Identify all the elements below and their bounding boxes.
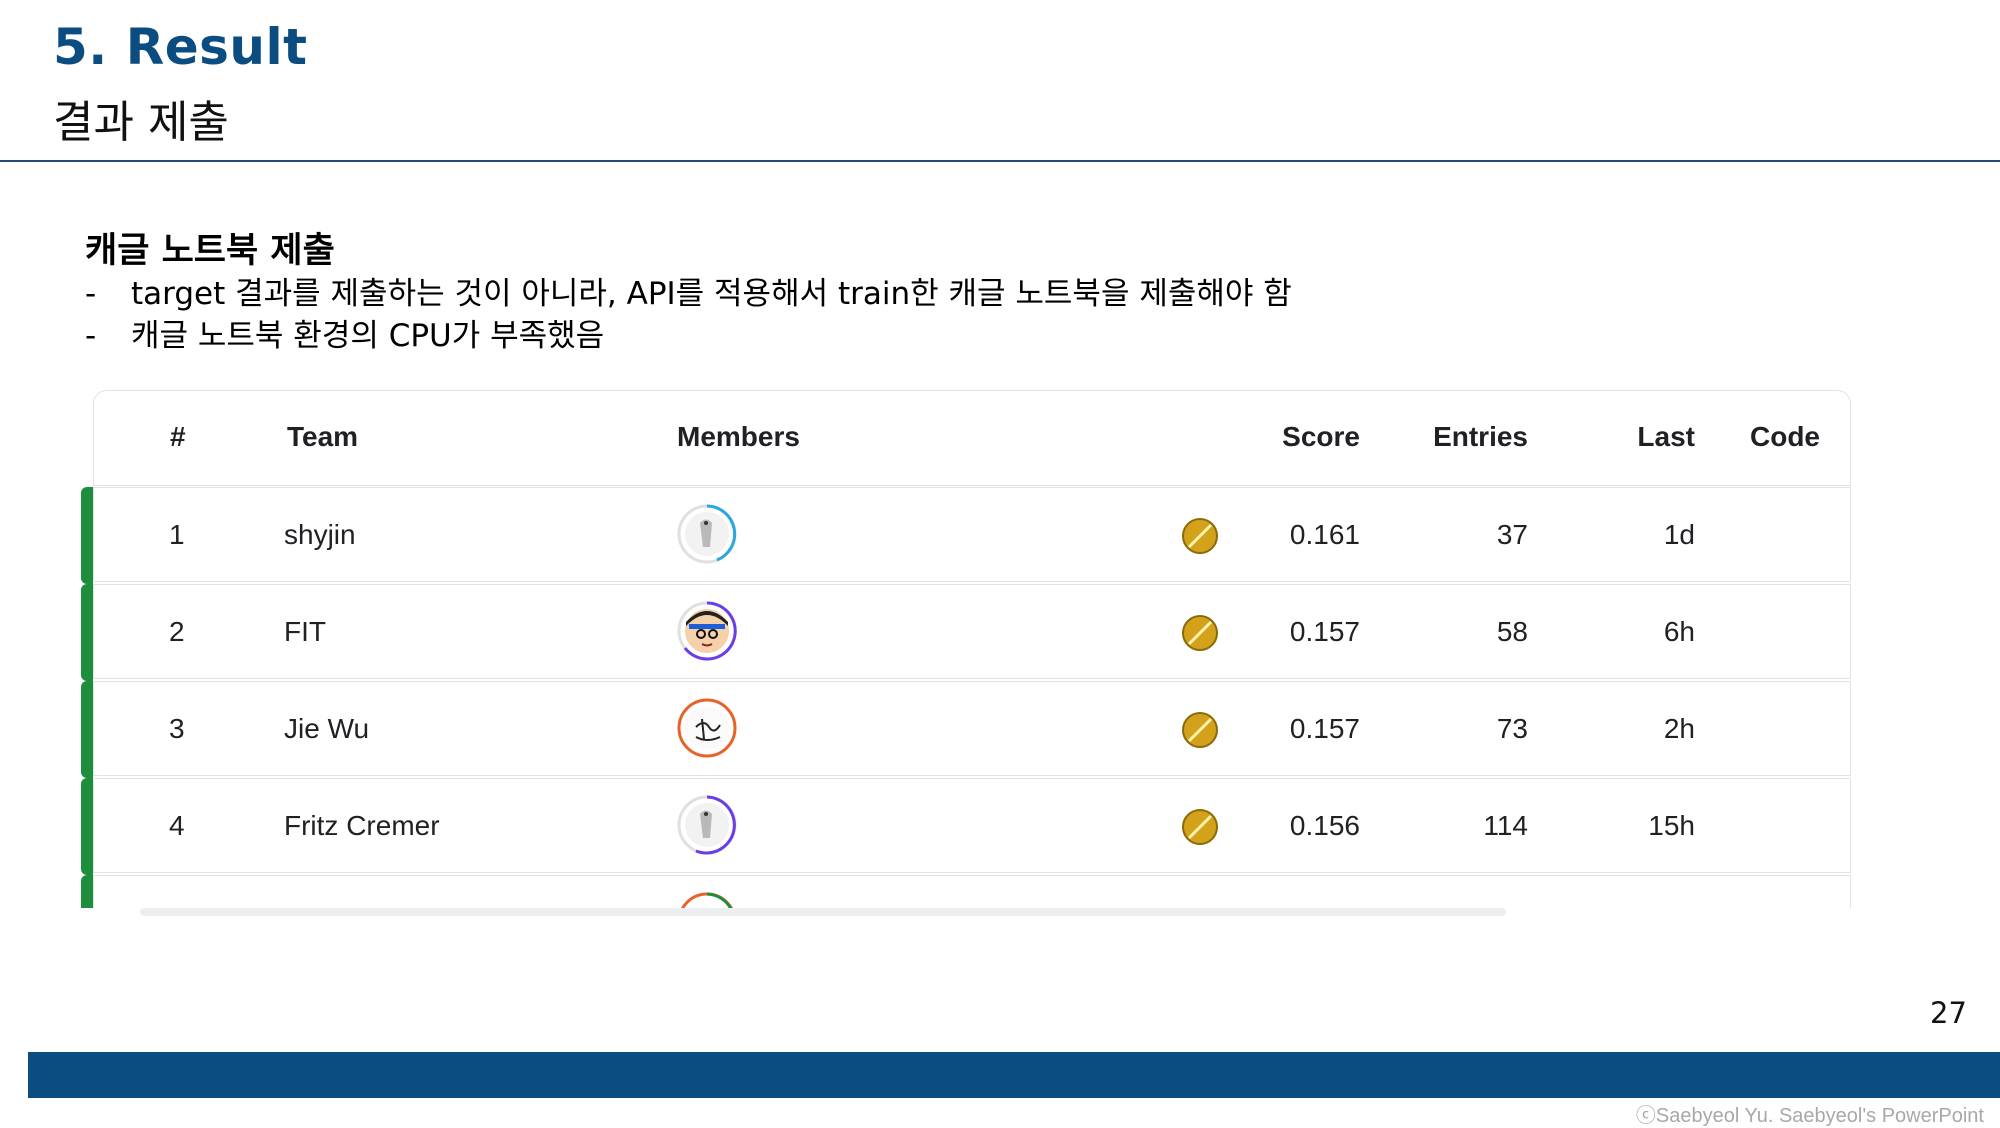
gold-medal-icon (1182, 518, 1218, 554)
row-accent-bar (81, 778, 93, 875)
header-entries[interactable]: Entries (1433, 421, 1528, 453)
last-cell: 1d (1663, 519, 1695, 550)
section-title: 캐글 노트북 제출 (85, 231, 335, 271)
row-accent-bar (81, 681, 93, 778)
last-cell: 2h (1663, 713, 1695, 744)
rank-cell: 4 (169, 810, 185, 841)
row-accent-bar (81, 584, 93, 681)
avatar-icon[interactable] (676, 891, 738, 908)
header-divider (0, 160, 2000, 162)
copyright-text: ⓒSaebyeol Yu. Saebyeol's PowerPoint (1635, 1105, 1984, 1127)
entries-cell: 37 (1496, 519, 1528, 550)
horizontal-scrollbar[interactable] (140, 908, 1506, 916)
table-row[interactable]: 3 Jie Wu 0.157 73 2h (81, 681, 1851, 778)
goose-avatar-icon[interactable] (676, 503, 738, 565)
header-score[interactable]: Score (1282, 421, 1360, 453)
score-cell: 0.156 (1289, 810, 1360, 841)
header-last[interactable]: Last (1637, 421, 1695, 453)
score-cell: 0.157 (1289, 713, 1360, 744)
table-row[interactable]: 4 Fritz Cremer 0.156 114 15h (81, 778, 1851, 875)
bullet-item: - 캐글 노트북 환경의 CPU가 부족했음 (85, 310, 604, 355)
bullet-text: 캐글 노트북 환경의 CPU가 부족했음 (131, 318, 605, 354)
table-row[interactable]: 1 shyjin 0.161 37 1d (81, 487, 1851, 584)
bullet-item: - target 결과를 제출하는 것이 아니라, API를 적용해서 train… (85, 268, 1292, 313)
header-members[interactable]: Members (677, 421, 800, 453)
team-name[interactable]: Fritz Cremer (284, 810, 440, 842)
entries-cell: 73 (1496, 713, 1528, 744)
cartoon-face-avatar-icon[interactable] (676, 600, 738, 662)
team-name[interactable]: FIT (284, 616, 326, 648)
header-code[interactable]: Code (1750, 421, 1820, 453)
entries-cell: 114 (1483, 810, 1528, 841)
footer-bar (28, 1052, 2000, 1098)
calligraphy-avatar-icon[interactable] (676, 697, 738, 759)
gold-medal-icon (1182, 712, 1218, 748)
rank-cell: 3 (169, 713, 185, 744)
header-team[interactable]: Team (287, 421, 358, 453)
team-name[interactable]: shyjin (284, 519, 356, 551)
gold-medal-icon (1182, 615, 1218, 651)
team-name[interactable]: Jie Wu (284, 713, 369, 745)
last-cell: 15h (1648, 810, 1695, 841)
rank-cell: 1 (169, 519, 185, 550)
entries-cell: 58 (1496, 616, 1528, 647)
header-rank[interactable]: # (170, 421, 186, 453)
row-accent-bar (81, 875, 93, 908)
score-cell: 0.157 (1289, 616, 1360, 647)
slide-subtitle: 결과 제출 (53, 97, 229, 148)
table-row[interactable]: 2 FIT 0.157 58 6h (81, 584, 1851, 681)
page-number: 27 (1930, 996, 1967, 1030)
gold-medal-icon (1182, 809, 1218, 845)
bullet-text: target 결과를 제출하는 것이 아니라, API를 적용해서 train한… (131, 276, 1292, 312)
leaderboard-screenshot: # Team Members Score Entries Last Code 1… (80, 390, 1855, 908)
goose-avatar-icon[interactable] (676, 794, 738, 856)
rank-cell: 2 (169, 616, 185, 647)
leaderboard-header: # Team Members Score Entries Last Code (93, 390, 1851, 486)
score-cell: 0.161 (1289, 519, 1360, 550)
last-cell: 6h (1663, 616, 1695, 647)
bullet-marker: - (85, 276, 97, 312)
bullet-marker: - (85, 318, 97, 354)
table-row-partial[interactable] (81, 875, 1851, 908)
row-accent-bar (81, 487, 93, 584)
slide-title: 5. Result (53, 18, 308, 76)
